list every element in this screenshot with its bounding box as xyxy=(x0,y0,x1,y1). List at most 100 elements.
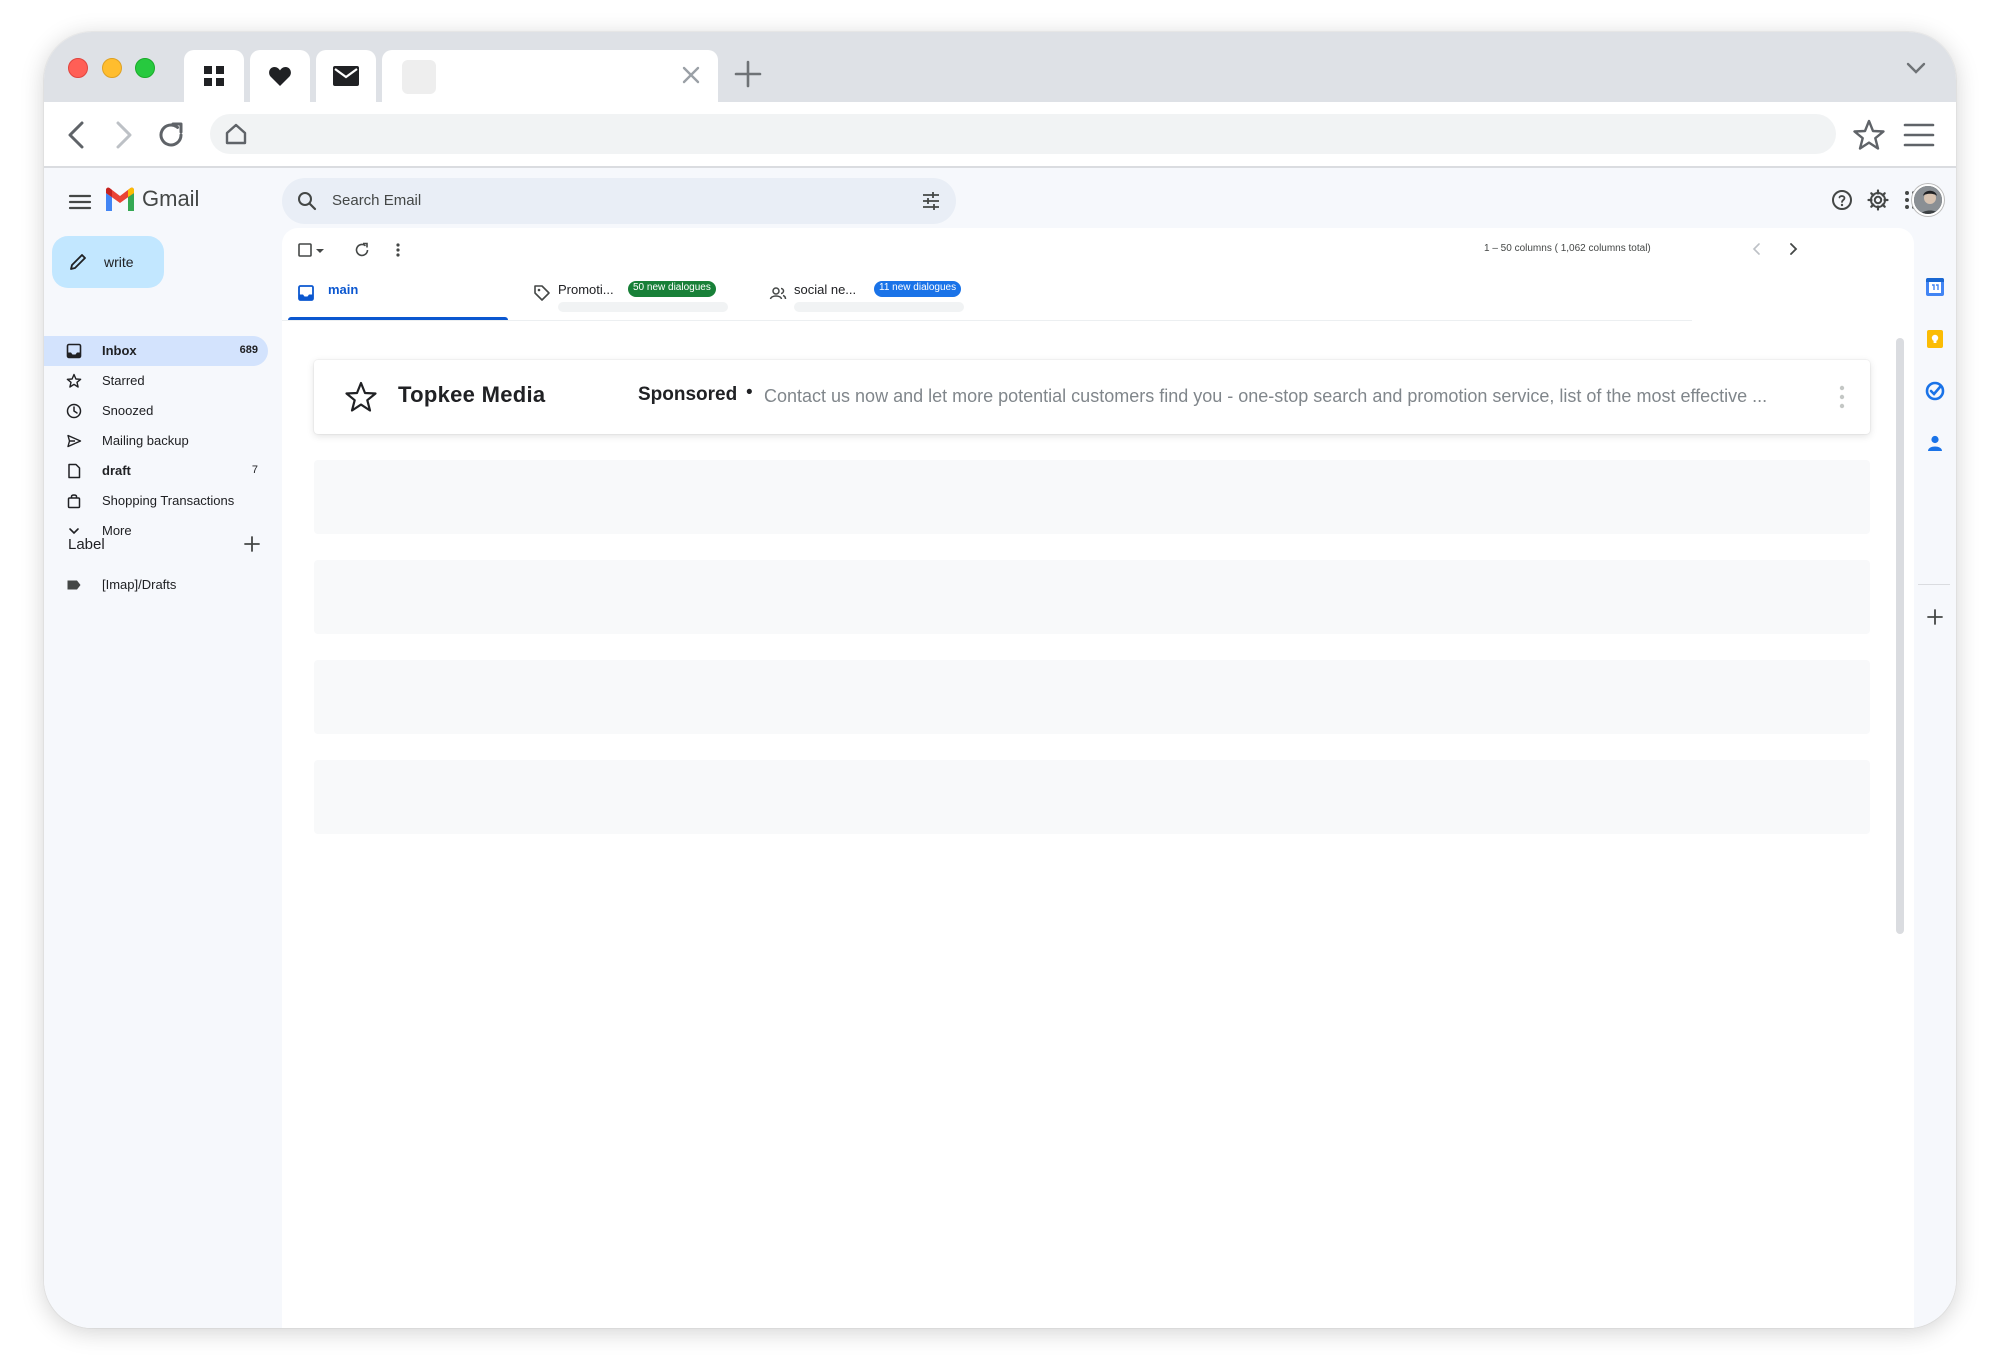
refresh-icon[interactable] xyxy=(352,240,372,260)
newer-page-icon[interactable] xyxy=(1748,240,1766,258)
sidebar-label-imap-drafts[interactable]: [Imap]/Drafts xyxy=(44,570,268,600)
people-icon xyxy=(769,287,787,300)
add-label-icon[interactable] xyxy=(242,534,262,554)
sidebar-item-label: Mailing backup xyxy=(102,433,189,448)
search-options-icon[interactable] xyxy=(920,190,942,212)
rail-divider xyxy=(1918,584,1950,585)
more-options-icon[interactable] xyxy=(1838,384,1846,410)
draft-icon xyxy=(68,463,81,479)
get-addons-plus-icon[interactable] xyxy=(1924,606,1946,628)
address-bar[interactable] xyxy=(210,114,1836,154)
sidebar-item-label: draft xyxy=(102,463,131,478)
sidebar-item-snoozed[interactable]: Snoozed xyxy=(44,396,268,426)
help-icon[interactable] xyxy=(1830,188,1854,212)
browser-tab-bar xyxy=(44,32,1956,102)
main-menu-icon[interactable] xyxy=(66,188,94,216)
sidebar-item-starred[interactable]: Starred xyxy=(44,366,268,396)
grid-icon xyxy=(204,66,224,86)
loading-row-placeholder xyxy=(314,760,1870,834)
pinned-tab-apps[interactable] xyxy=(184,50,244,102)
new-tab-icon[interactable] xyxy=(730,56,766,92)
compose-button[interactable]: write xyxy=(52,236,164,288)
tab-social[interactable]: social ne... 11 new dialogues xyxy=(760,268,980,320)
pagination-text: 1 – 50 columns ( 1,062 columns total) xyxy=(1484,243,1651,254)
back-icon[interactable] xyxy=(60,118,94,152)
keep-notes-icon[interactable] xyxy=(1924,328,1946,350)
tab-label: Promoti... xyxy=(558,282,614,297)
mail-icon xyxy=(333,66,359,86)
loading-row-placeholder xyxy=(314,660,1870,734)
gmail-logo-icon xyxy=(106,187,134,211)
sponsored-label: Sponsored xyxy=(638,384,738,405)
send-icon xyxy=(67,434,82,448)
new-count-badge: 11 new dialogues xyxy=(874,281,962,297)
close-window-button[interactable] xyxy=(68,58,88,78)
pinned-tab-favorites[interactable] xyxy=(250,50,310,102)
inbox-icon xyxy=(298,285,314,301)
calendar-icon[interactable] xyxy=(1924,276,1946,298)
tab-promotions[interactable]: Promoti... 50 new dialogues xyxy=(524,268,744,320)
inbox-icon xyxy=(66,343,82,359)
sidebar-item-label: Shopping Transactions xyxy=(102,493,235,508)
shopping-bag-icon xyxy=(67,494,81,509)
sender-name: Topkee Media xyxy=(398,382,546,407)
tab-preview-placeholder xyxy=(794,302,964,312)
gmail-app: Gmail Search Email write Inbox 689 Starr… xyxy=(44,168,1956,1328)
account-avatar[interactable] xyxy=(1912,184,1944,216)
star-icon[interactable] xyxy=(344,380,378,414)
tab-main[interactable]: main xyxy=(288,268,508,320)
home-icon[interactable] xyxy=(222,120,250,148)
loading-row-placeholder xyxy=(314,460,1870,534)
draft-count: 7 xyxy=(251,464,258,476)
active-browser-tab[interactable] xyxy=(382,50,718,102)
sponsored-email-row[interactable]: Topkee Media Sponsored • Contact us now … xyxy=(314,360,1870,434)
older-page-icon[interactable] xyxy=(1784,240,1802,258)
sidebar-item-inbox[interactable]: Inbox 689 xyxy=(44,336,268,366)
pencil-icon xyxy=(70,254,86,270)
new-count-badge: 50 new dialogues xyxy=(628,281,716,297)
tab-favicon xyxy=(402,60,436,94)
separator-dot: • xyxy=(746,382,753,403)
browser-menu-icon[interactable] xyxy=(1902,118,1936,152)
tab-preview-placeholder xyxy=(558,302,728,312)
avatar-image xyxy=(1914,186,1942,214)
search-bar[interactable]: Search Email xyxy=(282,178,956,224)
browser-toolbar xyxy=(44,102,1956,168)
sidebar-item-label: More xyxy=(102,523,132,538)
forward-icon[interactable] xyxy=(106,118,140,152)
bookmark-star-icon[interactable] xyxy=(1852,118,1886,152)
browser-window: Gmail Search Email write Inbox 689 Starr… xyxy=(44,32,1956,1328)
settings-gear-icon[interactable] xyxy=(1866,188,1890,212)
select-all-checkbox[interactable] xyxy=(296,240,316,260)
tasks-icon[interactable] xyxy=(1924,380,1946,402)
star-icon xyxy=(66,373,82,388)
sidebar-item-drafts[interactable]: draft 7 xyxy=(44,456,268,486)
loading-row-placeholder xyxy=(314,560,1870,634)
tabs-divider xyxy=(282,320,1692,321)
tab-label: main xyxy=(328,282,359,297)
minimize-window-button[interactable] xyxy=(102,58,122,78)
more-actions-icon[interactable] xyxy=(388,240,408,260)
label-icon xyxy=(67,580,81,590)
search-input[interactable]: Search Email xyxy=(332,192,421,209)
list-scrollbar[interactable] xyxy=(1896,338,1904,934)
unread-count: 689 xyxy=(239,344,258,356)
sidebar-item-shopping[interactable]: Shopping Transactions xyxy=(44,486,268,516)
heart-icon xyxy=(269,67,291,86)
sidebar-item-label: Snoozed xyxy=(102,403,154,418)
close-tab-icon[interactable] xyxy=(678,62,704,88)
tag-icon xyxy=(534,285,550,301)
tab-list-chevron-icon[interactable] xyxy=(1902,54,1930,82)
contacts-icon[interactable] xyxy=(1924,432,1946,454)
reload-icon[interactable] xyxy=(154,118,188,152)
select-dropdown-icon[interactable] xyxy=(314,240,326,260)
maximize-window-button[interactable] xyxy=(135,58,155,78)
search-icon[interactable] xyxy=(296,190,318,212)
tab-label: social ne... xyxy=(794,282,857,297)
sidebar-item-label: Starred xyxy=(102,373,145,388)
sidebar-item-label: Inbox xyxy=(102,343,137,358)
labels-heading: Label xyxy=(68,536,105,553)
sidebar-item-sent[interactable]: Mailing backup xyxy=(44,426,268,456)
email-snippet: Contact us now and let more potential cu… xyxy=(764,386,1768,406)
pinned-tab-mail[interactable] xyxy=(316,50,376,102)
